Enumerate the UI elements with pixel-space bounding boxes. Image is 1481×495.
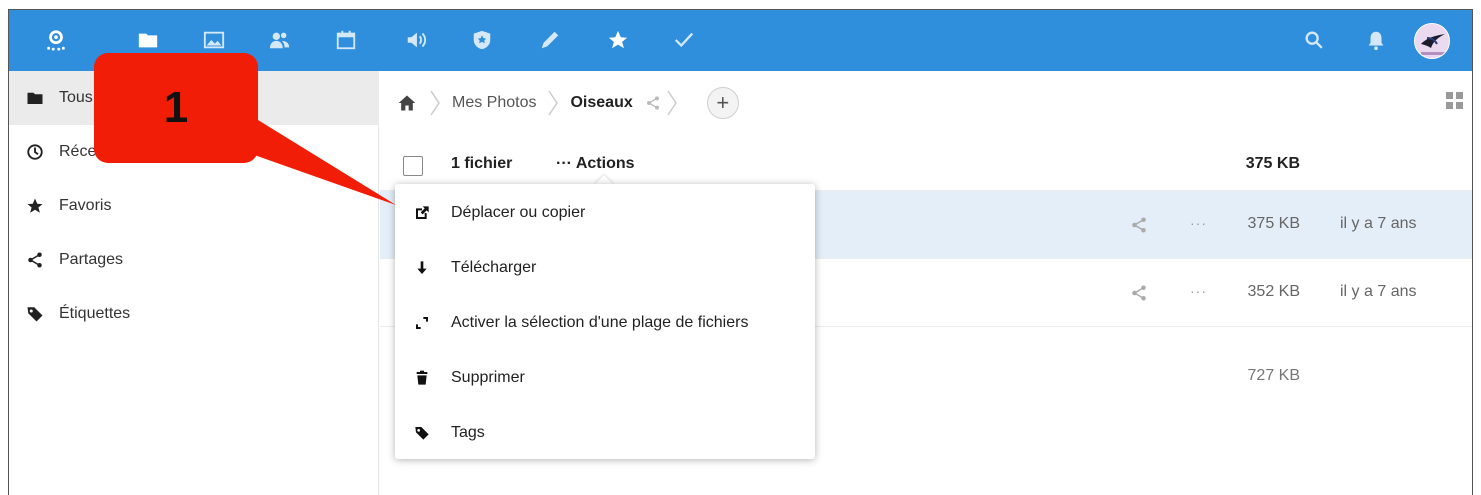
breadcrumb-current[interactable]: Oiseaux bbox=[570, 94, 632, 112]
actions-menu: Déplacer ou copier Télécharger Activer l… bbox=[395, 184, 815, 459]
share-icon[interactable] bbox=[1130, 216, 1148, 234]
share-icon bbox=[25, 250, 45, 270]
breadcrumb: Mes Photos Oiseaux + bbox=[380, 71, 1472, 135]
sidebar-item-label: Étiquettes bbox=[59, 305, 131, 322]
share-icon[interactable] bbox=[645, 95, 661, 111]
sidebar-item-label: Partages bbox=[59, 251, 124, 268]
files-icon[interactable] bbox=[133, 25, 163, 55]
menu-item-label: Tags bbox=[451, 424, 485, 441]
file-date: il y a 7 ans bbox=[1340, 283, 1417, 300]
file-list-header: 1 fichier ··· Actions 375 KB bbox=[380, 135, 1472, 191]
breadcrumb-separator bbox=[667, 90, 677, 116]
total-size: 727 KB bbox=[1247, 367, 1300, 384]
menu-item-tags[interactable]: Tags bbox=[395, 406, 815, 460]
file-size: 375 KB bbox=[1247, 215, 1300, 232]
add-new-button[interactable]: + bbox=[706, 87, 739, 119]
calendar-icon[interactable] bbox=[331, 25, 361, 55]
range-select-icon bbox=[413, 314, 431, 332]
clock-icon bbox=[25, 142, 45, 162]
more-actions-button[interactable]: ··· bbox=[1190, 283, 1207, 299]
passwords-icon[interactable] bbox=[467, 25, 497, 55]
download-icon bbox=[413, 259, 431, 277]
logo-icon[interactable] bbox=[41, 25, 71, 55]
breadcrumb-separator bbox=[430, 90, 440, 116]
menu-item-range-select[interactable]: Activer la sélection d'une plage de fich… bbox=[395, 296, 815, 350]
trash-icon bbox=[413, 369, 431, 387]
file-date: il y a 7 ans bbox=[1340, 215, 1417, 232]
breadcrumb-item[interactable]: Mes Photos bbox=[452, 94, 536, 112]
menu-item-move-copy[interactable]: Déplacer ou copier bbox=[395, 186, 815, 240]
header-size: 375 KB bbox=[1245, 155, 1300, 172]
select-all-checkbox[interactable] bbox=[403, 156, 423, 176]
notes-icon[interactable] bbox=[535, 25, 565, 55]
menu-item-label: Déplacer ou copier bbox=[451, 204, 586, 221]
sidebar-item-favorites[interactable]: Favoris bbox=[9, 179, 379, 233]
file-size: 352 KB bbox=[1247, 283, 1300, 300]
folder-icon bbox=[25, 88, 45, 108]
annotation-badge: 1 bbox=[94, 53, 258, 163]
grid-view-icon[interactable] bbox=[1446, 92, 1464, 110]
photos-icon[interactable] bbox=[199, 25, 229, 55]
share-icon[interactable] bbox=[1130, 284, 1148, 302]
more-actions-button[interactable]: ··· bbox=[1190, 215, 1207, 231]
menu-item-label: Activer la sélection d'une plage de fich… bbox=[451, 314, 749, 331]
external-link-icon bbox=[413, 204, 431, 222]
bookmarks-icon[interactable] bbox=[603, 25, 633, 55]
selection-count: 1 fichier bbox=[451, 155, 513, 172]
home-icon[interactable] bbox=[396, 92, 418, 114]
star-icon bbox=[25, 196, 45, 216]
bell-icon[interactable] bbox=[1361, 25, 1391, 55]
sidebar-item-label: Tous bbox=[59, 89, 93, 106]
announcements-icon[interactable] bbox=[401, 25, 431, 55]
breadcrumb-separator bbox=[548, 90, 559, 116]
menu-item-download[interactable]: Télécharger bbox=[395, 241, 815, 295]
user-avatar[interactable] bbox=[1414, 23, 1450, 59]
tag-icon bbox=[25, 304, 45, 324]
sidebar-item-shares[interactable]: Partages bbox=[9, 233, 379, 287]
menu-item-label: Télécharger bbox=[451, 259, 537, 276]
sidebar-item-label: Favoris bbox=[59, 197, 112, 214]
search-icon[interactable] bbox=[1299, 25, 1329, 55]
sidebar-item-tags[interactable]: Étiquettes bbox=[9, 287, 379, 341]
actions-button[interactable]: ··· Actions bbox=[556, 155, 635, 173]
contacts-icon[interactable] bbox=[265, 25, 295, 55]
menu-item-label: Supprimer bbox=[451, 369, 525, 386]
menu-item-delete[interactable]: Supprimer bbox=[395, 351, 815, 405]
tasks-icon[interactable] bbox=[669, 25, 699, 55]
tag-icon bbox=[413, 424, 431, 442]
